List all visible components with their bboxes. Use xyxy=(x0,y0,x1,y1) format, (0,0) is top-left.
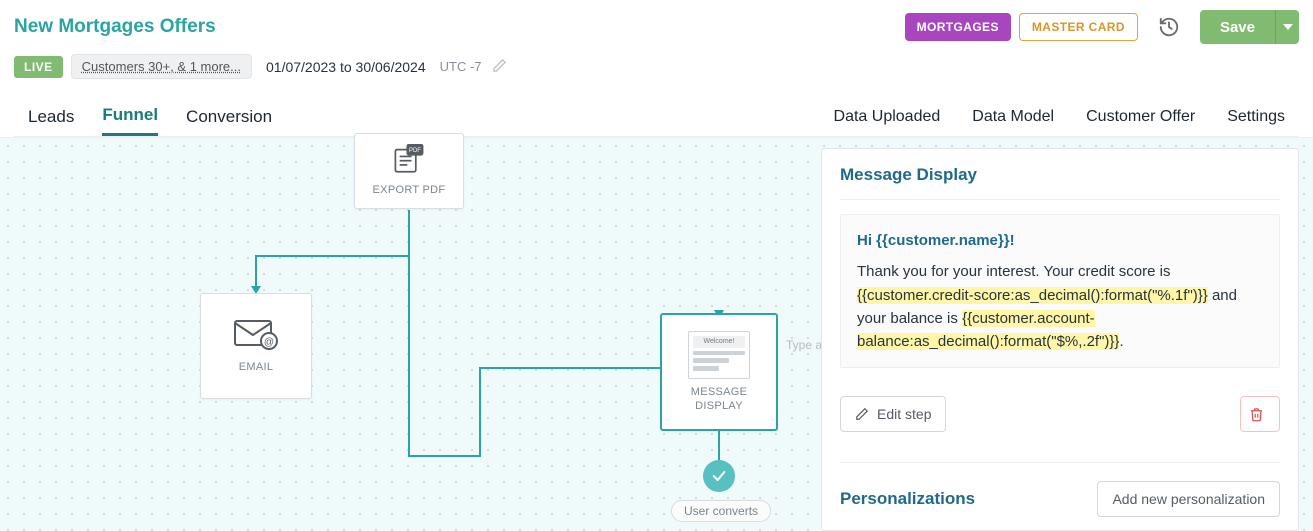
node-message-label: MESSAGEDISPLAY xyxy=(691,385,748,414)
pencil-icon xyxy=(855,407,869,421)
edit-step-button[interactable]: Edit step xyxy=(840,396,946,432)
user-converts-pill[interactable]: User converts xyxy=(671,500,771,522)
message-preview: Hi {{customer.name}}! Thank you for your… xyxy=(840,214,1280,368)
date-range: 01/07/2023 to 30/06/2024 xyxy=(266,59,426,75)
conversion-check[interactable] xyxy=(703,460,735,492)
message-body: Thank you for your interest. Your credit… xyxy=(857,260,1263,353)
caret-down-icon xyxy=(1283,22,1293,32)
tag-mortgages[interactable]: MORTGAGES xyxy=(905,13,1011,41)
edit-dates-button[interactable] xyxy=(492,58,507,76)
add-personalization-button[interactable]: Add new personalization xyxy=(1097,481,1280,517)
page-title: New Mortgages Offers xyxy=(14,16,216,38)
live-badge: LIVE xyxy=(14,56,63,78)
flow-canvas[interactable]: PDF EXPORT PDF @ EMAIL Welcome! MESSAGED… xyxy=(0,138,1313,531)
history-icon xyxy=(1158,16,1180,38)
email-icon: @ xyxy=(233,317,279,354)
date-to-word: to xyxy=(340,59,352,75)
message-thumbnail: Welcome! xyxy=(688,331,750,379)
delete-step-button[interactable] xyxy=(1240,396,1280,432)
token-credit-score: {{customer.credit-score:as_decimal():for… xyxy=(857,287,1208,304)
tab-leads[interactable]: Leads xyxy=(28,99,74,135)
save-button[interactable]: Save xyxy=(1200,10,1275,44)
trash-icon xyxy=(1249,407,1264,422)
tab-data-uploaded[interactable]: Data Uploaded xyxy=(834,100,941,134)
tab-customer-offer[interactable]: Customer Offer xyxy=(1086,100,1195,134)
tab-conversion[interactable]: Conversion xyxy=(186,99,272,135)
message-display-panel: Message Display Hi {{customer.name}}! Th… xyxy=(821,148,1299,531)
check-icon xyxy=(711,468,727,484)
node-export-pdf-label: EXPORT PDF xyxy=(373,183,446,197)
node-message-display[interactable]: Welcome! MESSAGEDISPLAY xyxy=(660,313,778,431)
node-email-label: EMAIL xyxy=(239,360,274,374)
personalizations-title: Personalizations xyxy=(840,489,975,509)
type-a-hint: Type a xyxy=(786,338,822,352)
pencil-icon xyxy=(492,58,507,73)
message-thumbnail-title: Welcome! xyxy=(693,336,745,348)
history-button[interactable] xyxy=(1152,10,1186,44)
date-to: 30/06/2024 xyxy=(356,59,426,75)
tab-data-model[interactable]: Data Model xyxy=(972,100,1054,134)
tab-funnel[interactable]: Funnel xyxy=(102,97,158,136)
date-from: 01/07/2023 xyxy=(266,59,336,75)
node-email[interactable]: @ EMAIL xyxy=(200,293,312,399)
segment-chip[interactable]: Customers 30+, & 1 more... xyxy=(71,54,252,79)
svg-text:@: @ xyxy=(264,337,274,348)
pdf-icon: PDF xyxy=(392,144,426,177)
message-greeting: Hi {{customer.name}}! xyxy=(857,229,1263,252)
save-dropdown[interactable] xyxy=(1275,10,1299,44)
tag-master-card[interactable]: MASTER CARD xyxy=(1019,13,1138,41)
node-export-pdf[interactable]: PDF EXPORT PDF xyxy=(354,133,464,209)
panel-title: Message Display xyxy=(840,165,1280,185)
timezone-label: UTC -7 xyxy=(440,59,482,74)
panel-divider xyxy=(840,199,1280,200)
tab-bar: Leads Funnel Conversion Data Uploaded Da… xyxy=(14,97,1299,137)
svg-text:PDF: PDF xyxy=(409,149,421,155)
tab-settings[interactable]: Settings xyxy=(1227,100,1285,134)
